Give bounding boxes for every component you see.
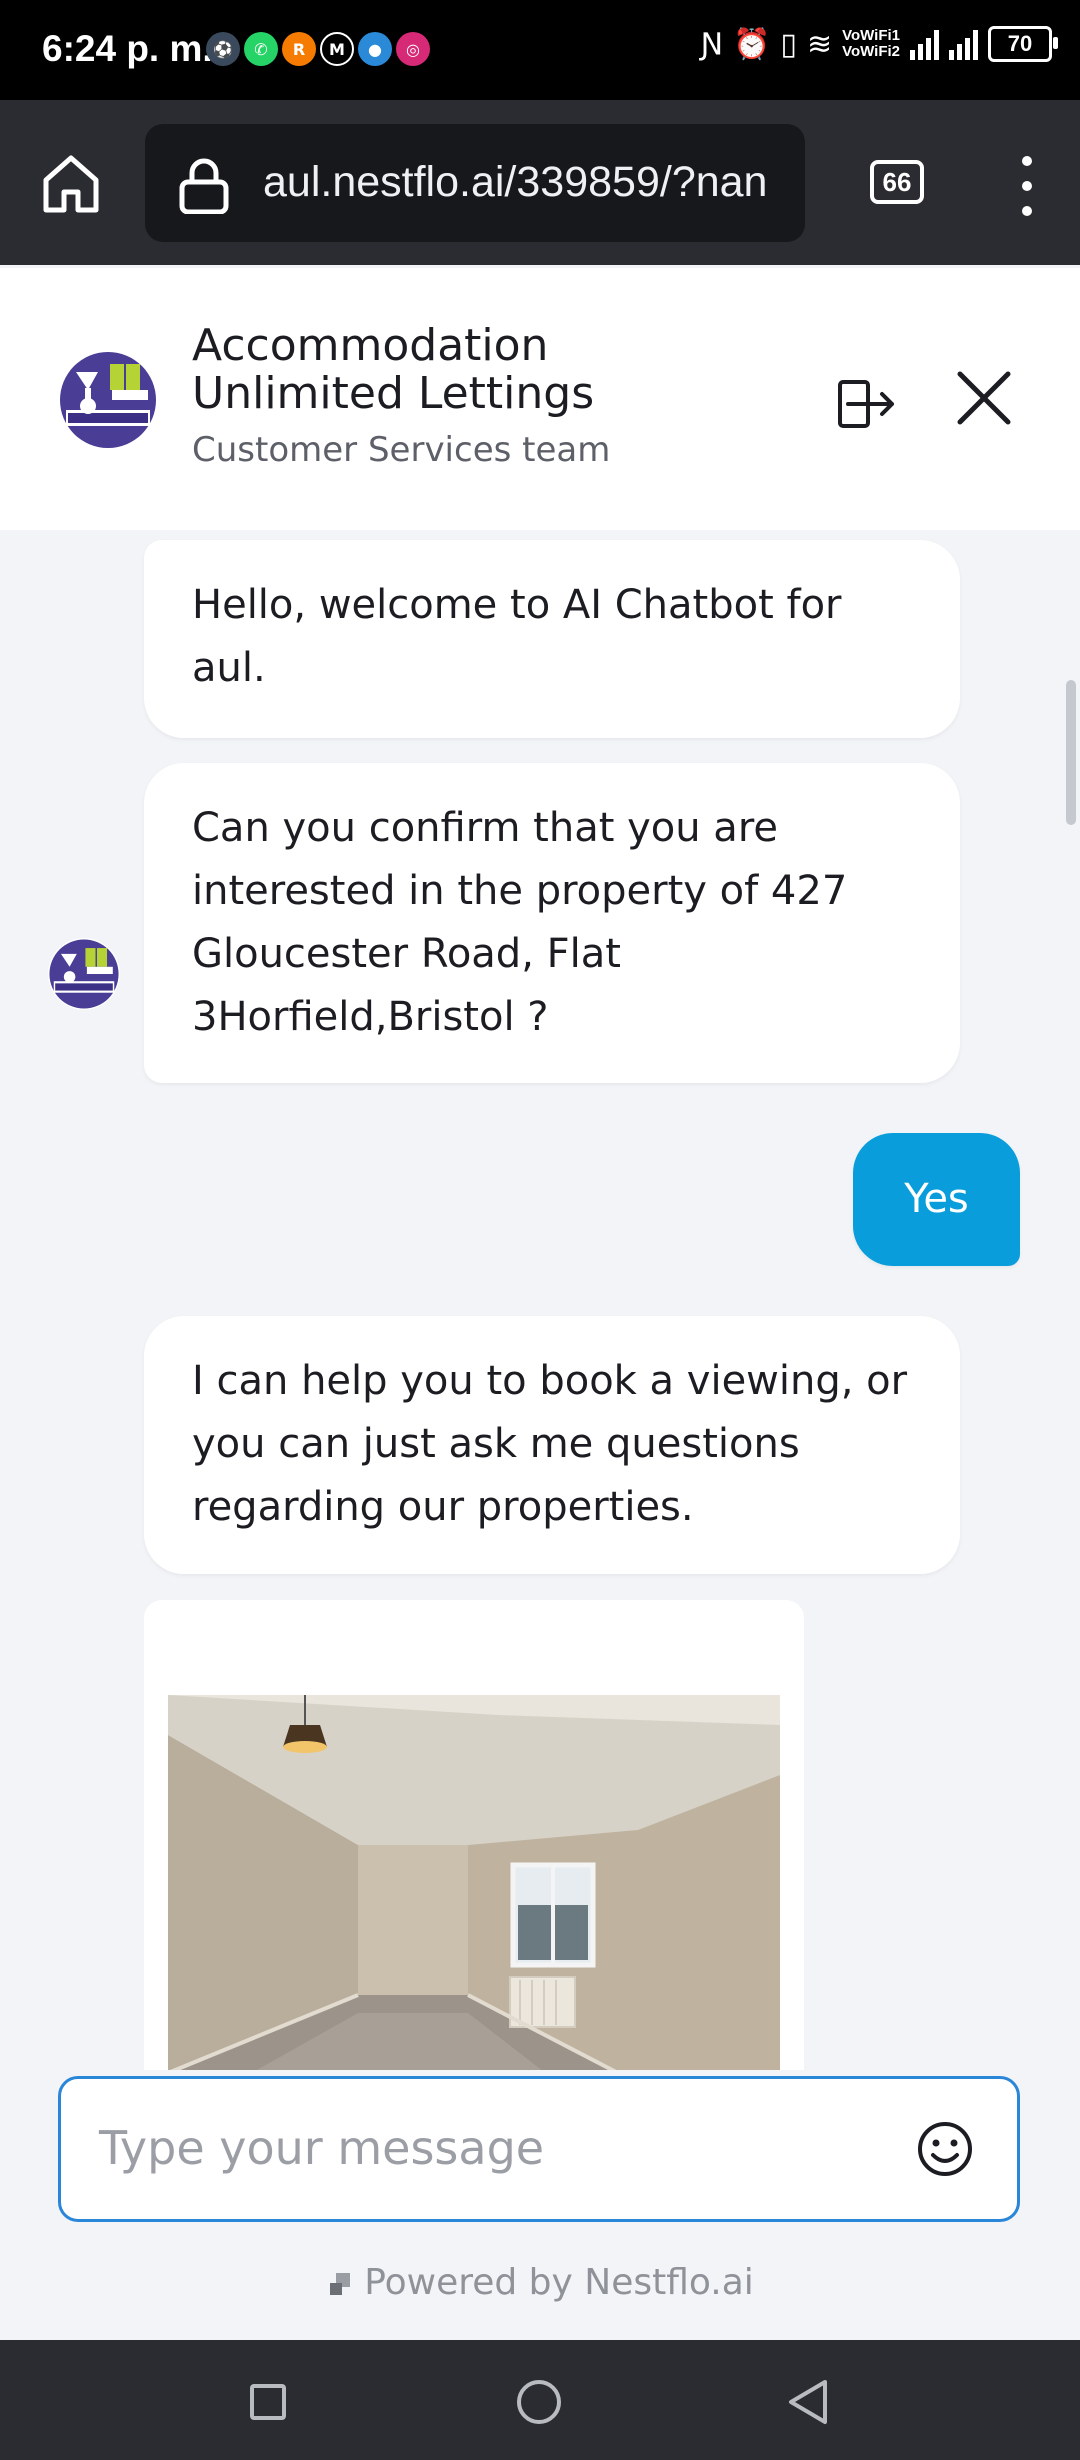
team-subtitle: Customer Services team <box>192 430 611 470</box>
powered-by: Powered by Nestflo.ai <box>0 2262 1080 2303</box>
lock-icon <box>179 158 229 214</box>
rappi-icon: R <box>282 32 316 66</box>
game-icon: ● <box>358 32 392 66</box>
vowifi-labels: VoWiFi1 VoWiFi2 <box>842 28 900 60</box>
home-icon[interactable] <box>38 150 104 216</box>
more-menu-icon[interactable] <box>1012 156 1042 216</box>
company-name: Accommodation Unlimited Lettings <box>192 320 595 419</box>
system-nav-bar <box>0 2340 1080 2460</box>
bot-message: Hello, welcome to AI Chatbot for aul. <box>144 540 960 738</box>
vibrate-icon: ▯ <box>780 26 797 62</box>
instagram-icon: ◎ <box>396 32 430 66</box>
browser-toolbar: aul.nestflo.ai/339859/?nan 66 <box>0 100 1080 265</box>
wifi-icon: ≋ <box>806 26 833 62</box>
powered-by-text: Powered by Nestflo.ai <box>364 2262 754 2303</box>
bot-message: I can help you to book a viewing, or you… <box>144 1316 960 1574</box>
url-text[interactable]: aul.nestflo.ai/339859/?nan <box>263 158 767 207</box>
message-list[interactable]: Hello, welcome to AI Chatbot for aul. Ca… <box>0 530 1080 2070</box>
address-bar[interactable]: aul.nestflo.ai/339859/?nan <box>145 124 805 242</box>
nfc-icon: Ɲ <box>700 26 724 62</box>
chat-header: Accommodation Unlimited Lettings Custome… <box>0 268 1080 530</box>
signal-icon <box>910 28 939 60</box>
property-image-card[interactable] <box>144 1600 804 2070</box>
nestflo-logo-icon <box>330 2273 351 2295</box>
back-icon[interactable] <box>785 2378 831 2426</box>
bot-avatar <box>48 938 120 1010</box>
chat-scrollbar[interactable] <box>1066 680 1076 825</box>
vowifi-2: VoWiFi2 <box>842 43 900 60</box>
status-bar: 6:24 p. m. ⚽ ✆ R M ● ◎ Ɲ ⏰ ▯ ≋ VoWiFi1 V… <box>0 0 1080 100</box>
tab-switcher-button[interactable]: 66 <box>870 160 924 204</box>
battery-indicator: 70 <box>988 26 1058 62</box>
bot-message: Can you confirm that you are interested … <box>144 763 960 1083</box>
property-photo[interactable] <box>168 1695 780 2070</box>
message-input-placeholder[interactable]: Type your message <box>99 2121 544 2175</box>
signal-icon-2 <box>949 28 978 60</box>
whatsapp-icon: ✆ <box>244 32 278 66</box>
company-logo <box>58 350 158 450</box>
emoji-icon[interactable] <box>915 2119 975 2179</box>
system-status: Ɲ ⏰ ▯ ≋ VoWiFi1 VoWiFi2 70 <box>700 26 1058 62</box>
message-input[interactable]: Type your message <box>58 2076 1020 2222</box>
close-icon[interactable] <box>952 366 1016 430</box>
home-button[interactable] <box>517 2380 561 2424</box>
user-message: Yes <box>853 1133 1020 1266</box>
sport-icon: ⚽ <box>206 32 240 66</box>
notification-icons: ⚽ ✆ R M ● ◎ <box>206 32 430 66</box>
status-time: 6:24 p. m. <box>42 28 213 69</box>
exit-icon[interactable] <box>836 372 898 434</box>
vowifi-1: VoWiFi1 <box>842 27 900 44</box>
alarm-icon: ⏰ <box>733 26 771 62</box>
gmail-icon: M <box>320 32 354 66</box>
recent-apps-button[interactable] <box>250 2384 286 2420</box>
